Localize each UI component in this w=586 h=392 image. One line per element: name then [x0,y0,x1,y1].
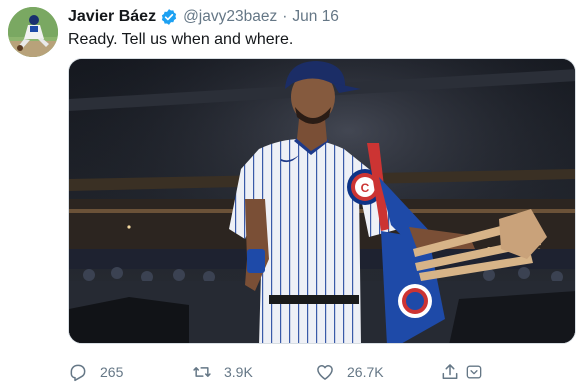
author-handle[interactable]: @javy23baez [183,8,277,26]
author-name[interactable]: Javier Báez [68,8,156,26]
baseball-player-photo: C [69,59,575,343]
share-icon [442,364,458,379]
tweet-text: Ready. Tell us when and where. [68,31,294,48]
avatar[interactable] [8,7,58,57]
like-button[interactable]: 26.7K [315,360,384,384]
tweet-header: Javier Báez @javy23baez · Jun 16 [68,6,339,28]
header-separator: · [282,8,288,25]
chevron-down-icon[interactable] [464,362,484,382]
tweet-card[interactable]: Javier Báez @javy23baez · Jun 16 Ready. … [0,0,586,392]
tweet-actions: 265 3.9K 26.7K [68,360,488,384]
avatar-image [8,7,58,57]
like-count: 26.7K [347,364,384,380]
tweet-date[interactable]: Jun 16 [292,8,339,26]
tweet-photo[interactable]: C [68,58,576,344]
share-button[interactable] [440,360,484,384]
jersey-logo: C [361,181,370,195]
retweet-icon [193,367,211,377]
heart-icon [317,365,333,380]
reply-icon [70,364,86,382]
retweet-button[interactable]: 3.9K [192,360,253,384]
reply-button[interactable]: 265 [68,360,123,384]
reply-count: 265 [100,364,124,380]
verified-badge-icon [160,8,178,26]
retweet-count: 3.9K [224,364,253,380]
